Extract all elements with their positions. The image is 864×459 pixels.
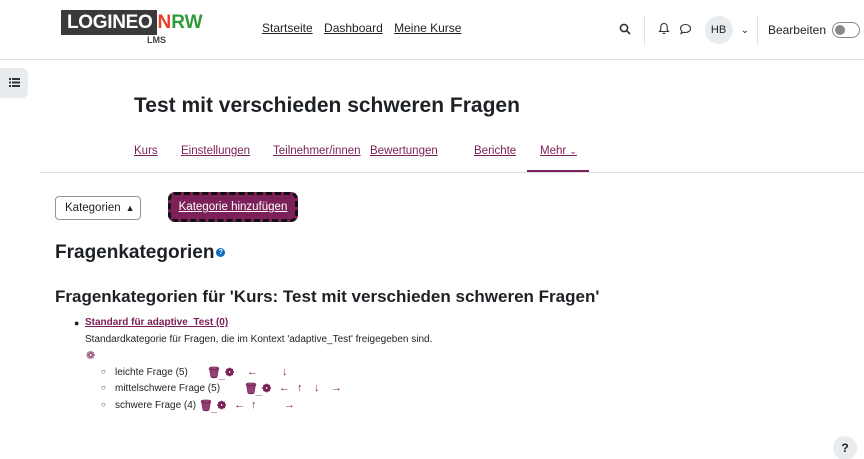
tab-bewertungen[interactable]: Bewertungen (370, 145, 438, 157)
divider (40, 172, 864, 173)
gear-icon[interactable]: ❁ (217, 399, 226, 412)
tab-berichte[interactable]: Berichte (474, 145, 516, 157)
bullet-icon: ○ (101, 367, 106, 376)
arrow-down-icon[interactable]: ↓ (314, 382, 320, 394)
logo-n: N (157, 12, 172, 33)
avatar[interactable]: HB (704, 16, 733, 44)
bullet-icon: ○ (101, 383, 106, 392)
user-controls: HB ⌄ Bearbeiten (614, 14, 864, 46)
tab-kurs[interactable]: Kurs (134, 145, 158, 157)
logo-main: LOGINEO (61, 10, 157, 35)
category-root-description: Standardkategorie für Fragen, die im Kon… (85, 334, 433, 345)
gear-icon[interactable]: ❁ (86, 349, 95, 362)
select-value: Kategorien (65, 202, 121, 214)
page-title: Test mit verschieden schweren Fragen (134, 94, 520, 117)
top-navbar: LOGINEO NRW LMS Startseite Dashboard Mein… (0, 0, 864, 60)
nav-meine-kurse[interactable]: Meine Kurse (394, 21, 461, 35)
category-link[interactable]: schwere Frage (4) (115, 400, 196, 411)
logo-rw: RW (171, 12, 203, 33)
category-link[interactable]: mittelschwere Frage (5) (115, 383, 220, 394)
course-index-button[interactable] (0, 68, 28, 98)
chat-icon[interactable] (675, 23, 697, 38)
tab-teilnehmer[interactable]: Teilnehmer/innen (273, 145, 361, 157)
edit-mode-label: Bearbeiten (767, 23, 826, 37)
tab-mehr-label: Mehr (540, 145, 567, 157)
bell-icon[interactable] (653, 22, 675, 38)
divider (756, 15, 758, 45)
search-icon[interactable] (614, 23, 636, 38)
heading-text: Fragenkategorien (55, 242, 215, 263)
arrow-left-icon[interactable]: ← (234, 399, 245, 411)
category-select[interactable]: Kategorien ▲︎ (55, 196, 141, 220)
nav-startseite[interactable]: Startseite (262, 21, 313, 35)
page-heading: Fragenkategorien? (55, 242, 226, 264)
chevron-down-icon: ⌄ (569, 146, 577, 156)
tab-einstellungen[interactable]: Einstellungen (181, 145, 250, 157)
chevron-down-icon[interactable]: ⌄ (741, 25, 749, 36)
sort-caret-icon: ▲︎ (125, 203, 135, 213)
arrow-right-icon[interactable]: → (284, 399, 295, 411)
arrow-down-icon[interactable]: ↓ (282, 366, 288, 378)
primary-nav: Startseite Dashboard Meine Kurse (262, 21, 469, 35)
bullet-icon: ● (74, 318, 80, 328)
add-category-button[interactable]: Kategorie hinzufügen (168, 192, 298, 222)
logo-nrw: NRW (158, 12, 203, 34)
list-icon (8, 76, 20, 90)
section-heading: Fragenkategorien für 'Kurs: Test mit ver… (55, 287, 600, 306)
divider (643, 15, 645, 45)
bullet-icon: ○ (101, 400, 106, 409)
arrow-left-icon[interactable]: ← (279, 382, 290, 394)
arrow-up-icon[interactable]: ↑ (251, 399, 257, 411)
arrow-up-icon[interactable]: ↑ (297, 382, 303, 394)
logineo-logo[interactable]: LOGINEO NRW LMS (61, 10, 203, 50)
nav-dashboard[interactable]: Dashboard (324, 21, 383, 35)
help-button[interactable]: ? (833, 436, 857, 459)
gear-icon[interactable]: ❁ (262, 382, 271, 395)
edit-mode-toggle[interactable] (832, 22, 860, 38)
help-icon[interactable]: ? (216, 248, 226, 258)
category-root-link[interactable]: Standard für adaptive_Test (0) (85, 317, 228, 328)
gear-icon[interactable]: ❁ (225, 366, 234, 379)
category-link[interactable]: leichte Frage (5) (115, 367, 188, 378)
tab-mehr[interactable]: Mehr ⌄ (540, 145, 577, 157)
logo-sub: LMS (147, 35, 166, 45)
arrow-right-icon[interactable]: → (331, 382, 342, 394)
arrow-left-icon[interactable]: ← (247, 366, 258, 378)
